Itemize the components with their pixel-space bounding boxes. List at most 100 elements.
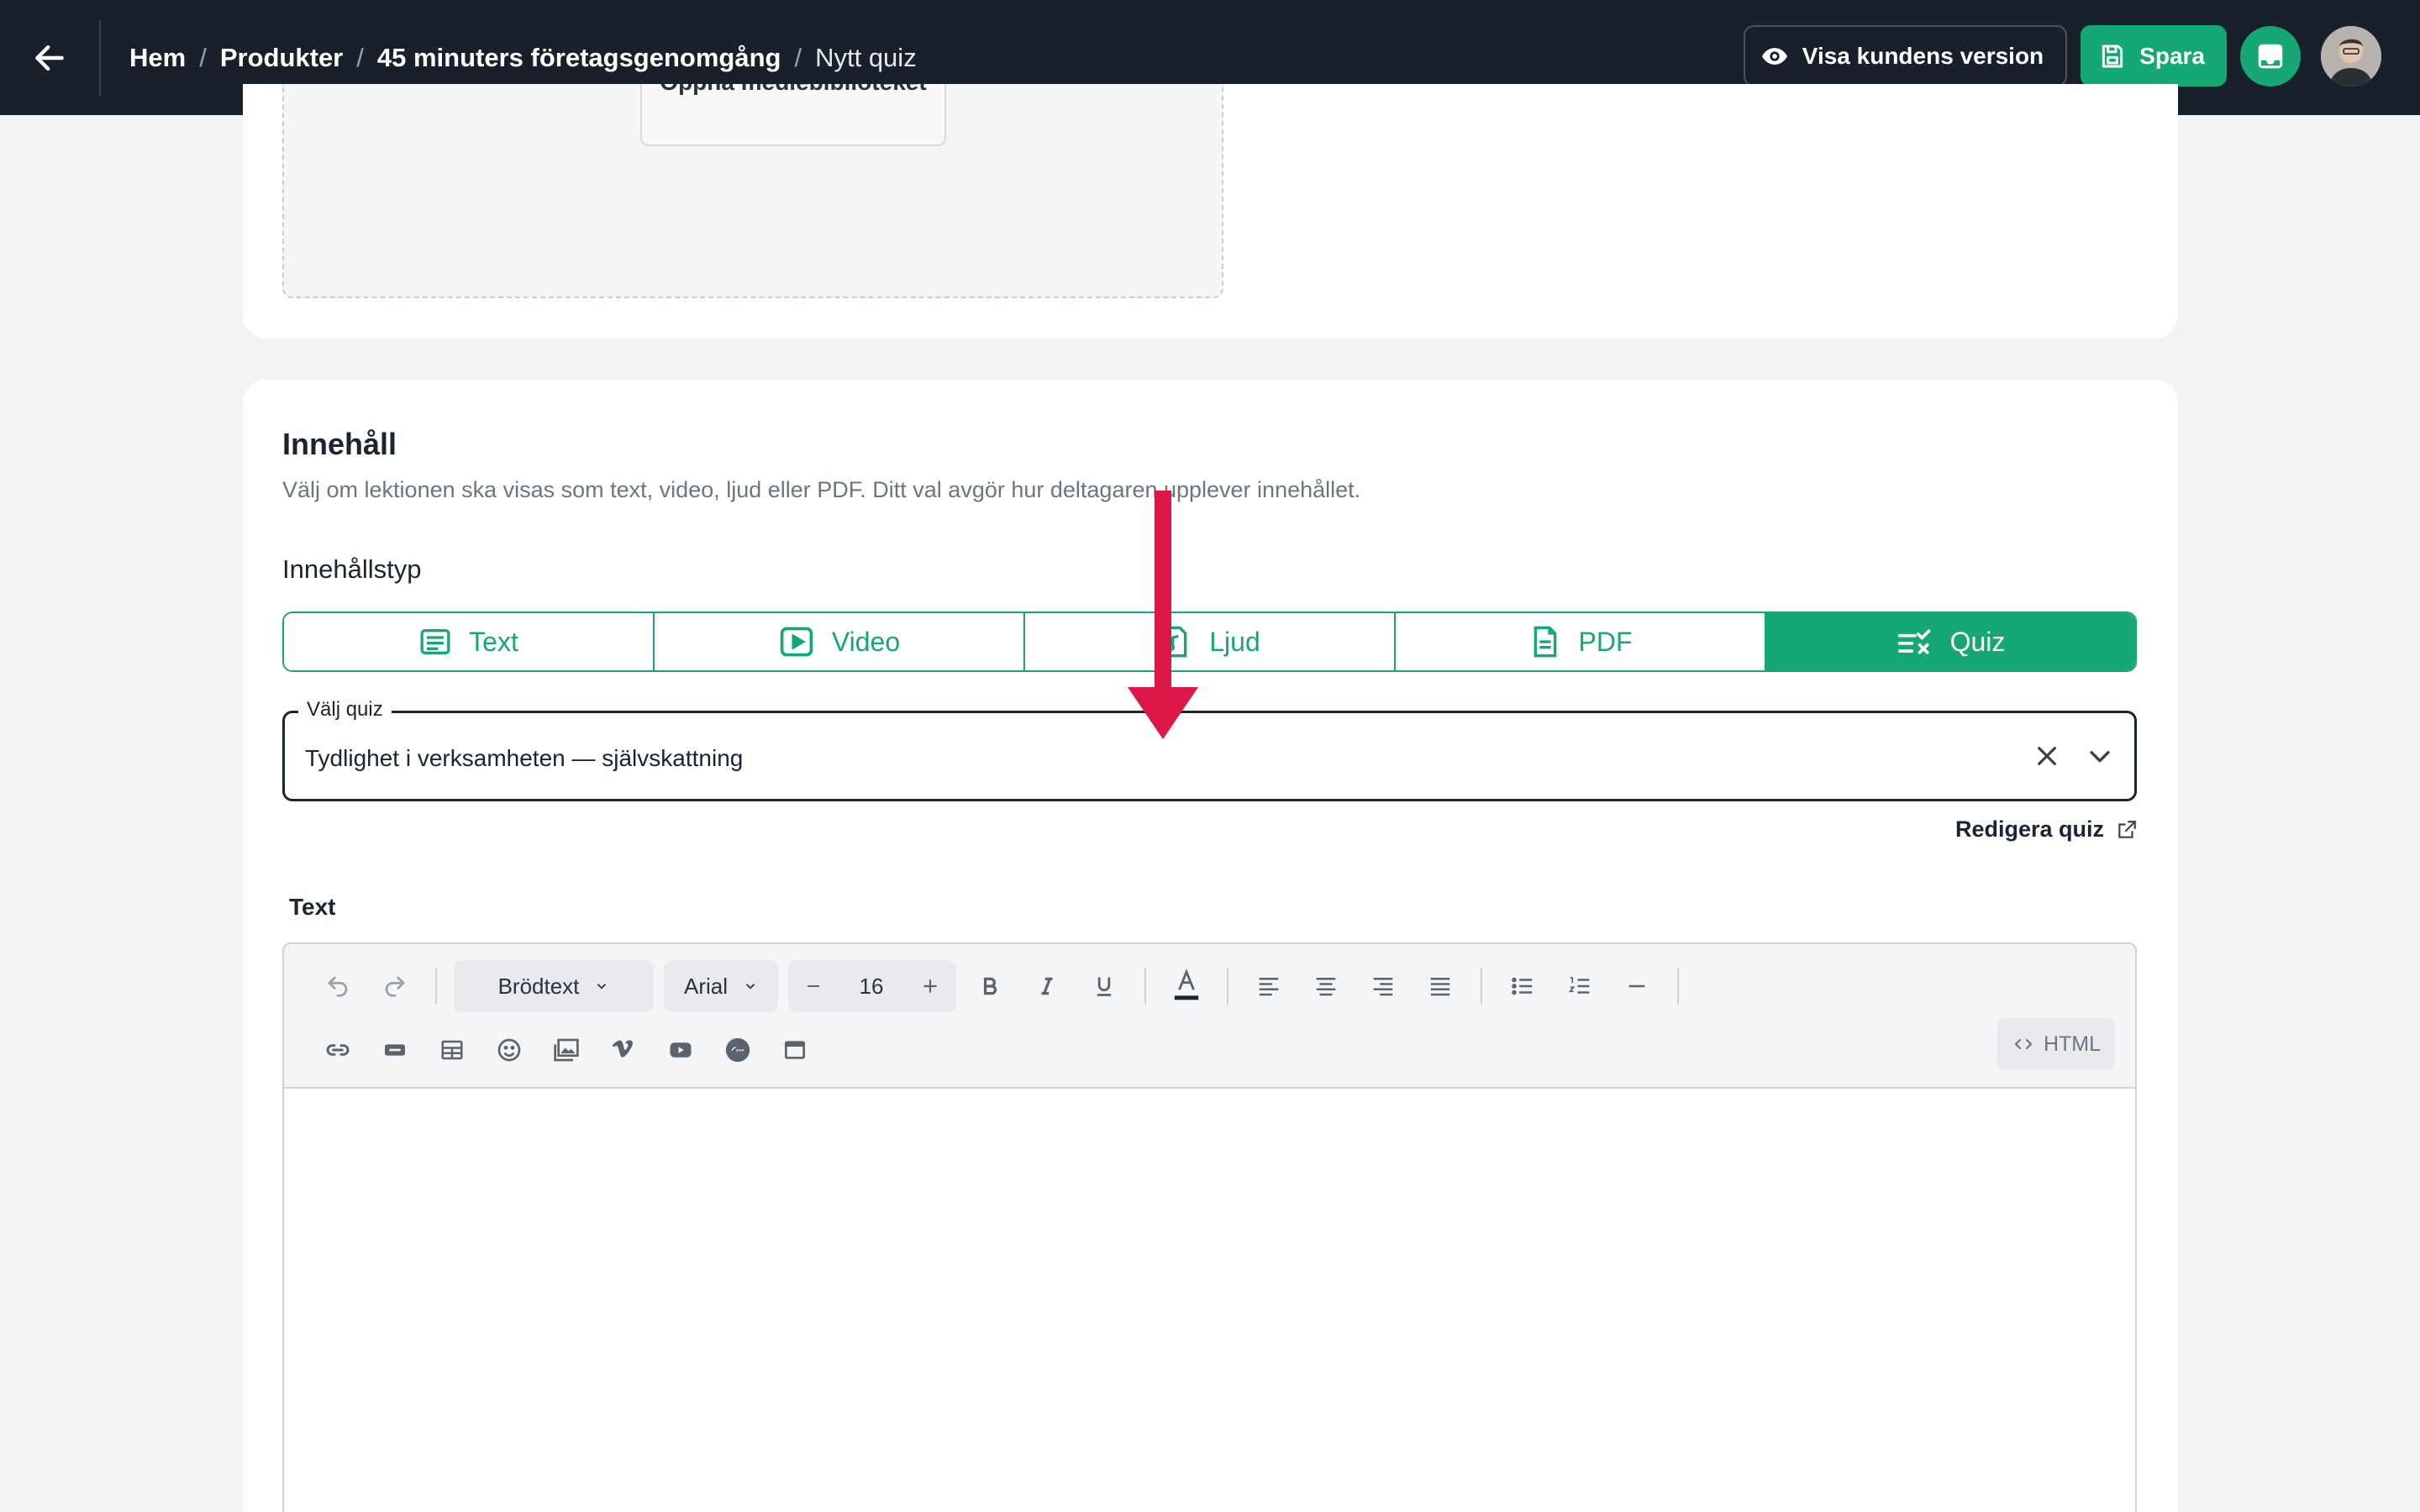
edit-quiz-label: Redigera quiz xyxy=(1954,816,2104,842)
italic-icon xyxy=(1041,977,1053,995)
chevron-down-icon[interactable] xyxy=(2086,742,2114,770)
external-link-icon xyxy=(2118,820,2136,838)
vimeo-icon xyxy=(612,1040,634,1058)
emoji-icon xyxy=(497,1038,521,1062)
edit-quiz-link[interactable]: Redigera quiz xyxy=(1955,816,2138,843)
link-icon xyxy=(326,1044,350,1056)
insert-link-button[interactable] xyxy=(309,1025,366,1075)
content-type-quiz[interactable]: Quiz xyxy=(1766,613,2135,670)
save-label: Spara xyxy=(2139,42,2205,69)
content-type-label: Innehållstyp xyxy=(282,554,422,584)
insert-embed-button[interactable] xyxy=(766,1025,823,1075)
chevron-down-icon xyxy=(597,984,607,990)
insert-vimeo-button[interactable] xyxy=(595,1025,652,1075)
numbered-list-icon xyxy=(1569,977,1590,994)
quiz-select[interactable]: Välj quiz Tydlighet i verksamheten — sjä… xyxy=(282,698,2137,801)
align-left-button[interactable] xyxy=(1240,961,1297,1011)
breadcrumb-separator: / xyxy=(199,42,207,72)
editor-content-area[interactable] xyxy=(284,1089,2135,1512)
numbered-list-button[interactable] xyxy=(1551,961,1608,1011)
text-field-label: Text xyxy=(289,894,336,920)
plus-icon[interactable] xyxy=(919,975,941,997)
minus-icon[interactable] xyxy=(803,976,823,996)
clear-icon[interactable] xyxy=(2033,743,2060,769)
content-card: Innehåll Välj om lektionen ska visas som… xyxy=(243,380,2178,1512)
content-type-text[interactable]: Text xyxy=(284,613,655,670)
annotation-arrow-shaft xyxy=(1155,491,1171,692)
quiz-check-icon xyxy=(1897,629,1930,654)
user-photo-icon xyxy=(2321,25,2381,87)
content-type-selector: Text Video Ljud PDF Quiz xyxy=(282,612,2137,672)
text-color-button[interactable] xyxy=(1158,961,1215,1011)
align-justify-button[interactable] xyxy=(1412,961,1469,1011)
redo-button[interactable] xyxy=(366,961,424,1011)
insert-youtube-button[interactable] xyxy=(652,1025,709,1075)
insert-button-button[interactable] xyxy=(366,1025,424,1075)
toolbar-divider xyxy=(1227,968,1228,1005)
save-button[interactable]: Spara xyxy=(2081,25,2227,87)
align-right-button[interactable] xyxy=(1355,961,1412,1011)
content-type-video[interactable]: Video xyxy=(655,613,1025,670)
annotation-arrow-head xyxy=(1128,687,1198,739)
insert-canva-button[interactable] xyxy=(709,1025,766,1075)
paragraph-style-value: Brödtext xyxy=(497,973,580,999)
breadcrumb: Hem / Produkter / 45 minuters företagsge… xyxy=(129,43,917,73)
eye-icon xyxy=(1761,47,1787,65)
text-color-icon xyxy=(1174,969,1199,1000)
image-gallery-icon xyxy=(554,1038,579,1062)
undo-button[interactable] xyxy=(309,961,366,1011)
toolbar-divider xyxy=(1144,968,1146,1005)
content-type-text-label: Text xyxy=(469,626,518,657)
back-button[interactable] xyxy=(0,19,101,96)
media-dropzone[interactable]: Öppna mediebiblioteket xyxy=(282,84,1223,298)
section-description: Välj om lektionen ska visas som text, vi… xyxy=(282,477,1361,502)
toolbar-divider xyxy=(1677,968,1679,1005)
bullet-list-button[interactable] xyxy=(1494,961,1551,1011)
preview-customer-button[interactable]: Visa kundens version xyxy=(1743,25,2068,87)
align-center-button[interactable] xyxy=(1297,961,1355,1011)
redo-icon xyxy=(385,976,405,997)
document-icon xyxy=(1534,626,1556,658)
arrow-left-icon xyxy=(35,45,64,71)
underline-button[interactable] xyxy=(1076,961,1133,1011)
breadcrumb-separator: / xyxy=(794,42,802,72)
open-media-library-button[interactable]: Öppna mediebiblioteket xyxy=(640,84,946,146)
chevron-down-icon xyxy=(745,984,755,990)
html-source-button[interactable]: HTML xyxy=(1997,1018,2115,1070)
breadcrumb-products[interactable]: Produkter xyxy=(220,43,343,73)
content-type-audio[interactable]: Ljud xyxy=(1025,613,1396,670)
breadcrumb-current: Nytt quiz xyxy=(815,42,917,72)
inbox-button[interactable] xyxy=(2240,25,2301,87)
insert-table-button[interactable] xyxy=(424,1025,481,1075)
insert-emoji-button[interactable] xyxy=(481,1025,538,1075)
align-left-icon xyxy=(1259,978,1279,996)
italic-button[interactable] xyxy=(1018,961,1076,1011)
horizontal-rule-button[interactable] xyxy=(1608,961,1665,1011)
quiz-select-legend: Välj quiz xyxy=(298,698,392,722)
content-type-audio-label: Ljud xyxy=(1209,626,1260,657)
breadcrumb-separator: / xyxy=(356,42,364,72)
font-size-stepper[interactable]: 16 xyxy=(788,960,956,1012)
table-icon xyxy=(441,1040,463,1060)
breadcrumb-product[interactable]: 45 minuters företagsgenomgång xyxy=(377,43,781,73)
editor-toolbar: Brödtext Arial 16 HTML xyxy=(284,944,2135,1089)
content-type-pdf-label: PDF xyxy=(1578,626,1633,657)
content-type-pdf[interactable]: PDF xyxy=(1396,613,1766,670)
bold-button[interactable] xyxy=(961,961,1018,1011)
embed-window-icon xyxy=(785,1041,805,1059)
open-media-library-label: Öppna mediebiblioteket xyxy=(642,84,944,96)
paragraph-style-dropdown[interactable]: Brödtext xyxy=(454,960,654,1012)
text-lines-icon xyxy=(420,629,450,654)
font-size-value: 16 xyxy=(859,973,884,999)
font-family-dropdown[interactable]: Arial xyxy=(664,960,778,1012)
preview-customer-label: Visa kundens version xyxy=(1802,42,2044,69)
section-title: Innehåll xyxy=(282,427,397,461)
align-right-icon xyxy=(1373,978,1393,996)
bold-icon xyxy=(983,977,997,995)
media-card: Öppna mediebiblioteket xyxy=(243,84,2178,339)
breadcrumb-home[interactable]: Hem xyxy=(129,43,186,73)
user-avatar[interactable] xyxy=(2321,25,2381,87)
insert-image-button[interactable] xyxy=(538,1025,595,1075)
toolbar-divider xyxy=(1481,968,1482,1005)
content-type-video-label: Video xyxy=(831,626,901,657)
